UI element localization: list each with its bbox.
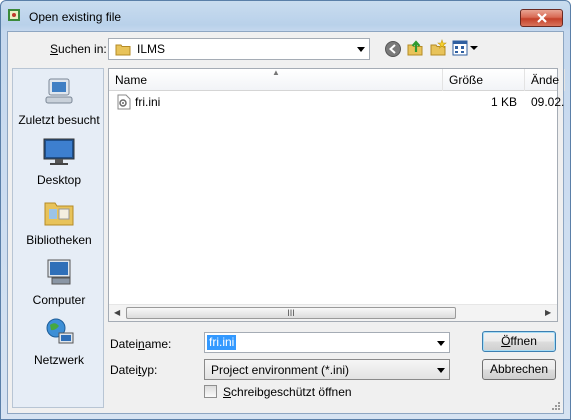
column-modified-label: Ände <box>531 73 560 87</box>
column-size[interactable]: Größe <box>443 69 525 91</box>
open-file-dialog: Open existing file Suchen in: ILMS Zulet… <box>0 0 571 420</box>
filename-value: fri.ini <box>207 335 237 350</box>
new-folder-icon[interactable] <box>429 39 447 57</box>
column-name-label: Name <box>115 73 148 87</box>
filetype-dropdown[interactable]: Project environment (*.ini) <box>204 359 450 380</box>
computer-icon <box>47 259 71 285</box>
sort-up-icon: ▲ <box>272 68 280 77</box>
up-folder-icon[interactable] <box>406 39 424 57</box>
place-label: Desktop <box>36 173 82 187</box>
place-label: Computer <box>32 293 86 307</box>
table-row[interactable]: fri.ini 1 KB 09.02. <box>109 93 564 111</box>
chevron-down-icon[interactable] <box>437 340 445 346</box>
places-bar: Zuletzt besucht Desktop Bibliotheken Com… <box>12 68 104 408</box>
place-label: Zuletzt besucht <box>18 113 100 127</box>
desktop-icon <box>43 138 75 165</box>
view-menu-button[interactable] <box>452 39 478 57</box>
app-icon <box>8 9 20 21</box>
file-list[interactable]: Name ▲ Größe Ände fri.ini 1 KB 09.02. ◀ … <box>108 68 565 322</box>
column-modified[interactable]: Ände <box>525 69 565 91</box>
dialog-body: Suchen in: ILMS Zuletzt besucht Desktop … <box>7 31 565 414</box>
cancel-button[interactable]: Abbrechen <box>482 359 556 380</box>
view-grid-icon <box>452 40 468 56</box>
open-button[interactable]: Öffnen <box>482 331 556 352</box>
column-header: Name ▲ Größe Ände <box>109 68 565 91</box>
column-name[interactable]: Name ▲ <box>109 68 443 91</box>
close-icon <box>536 13 547 23</box>
file-name: fri.ini <box>135 95 161 109</box>
window-title: Open existing file <box>29 10 122 24</box>
filename-label: Dateiname: <box>110 337 172 351</box>
libraries-icon <box>44 202 74 226</box>
look-in-value: ILMS <box>137 42 166 56</box>
network-icon <box>46 318 74 344</box>
look-in-dropdown[interactable]: ILMS <box>108 38 370 60</box>
readonly-label[interactable]: Schreibgeschützt öffnen <box>223 385 352 399</box>
place-label: Bibliotheken <box>26 233 92 247</box>
scroll-thumb[interactable]: III <box>126 307 456 319</box>
recent-places-icon <box>45 78 73 104</box>
back-icon[interactable] <box>384 40 402 58</box>
place-desktop[interactable]: Desktop <box>13 133 105 193</box>
place-recent[interactable]: Zuletzt besucht <box>13 73 105 133</box>
filetype-label: Dateityp: <box>110 363 158 377</box>
file-size: 1 KB <box>490 95 517 109</box>
place-network[interactable]: Netzwerk <box>13 313 105 373</box>
place-label: Netzwerk <box>33 353 84 367</box>
scroll-left-icon[interactable]: ◀ <box>114 308 120 317</box>
scroll-right-icon[interactable]: ▶ <box>545 308 551 317</box>
chevron-down-icon <box>470 46 478 50</box>
column-size-label: Größe <box>449 73 484 87</box>
file-modified: 09.02. <box>531 95 565 109</box>
look-in-label: Suchen in: <box>50 42 107 56</box>
chevron-down-icon <box>357 47 365 52</box>
readonly-checkbox[interactable] <box>204 385 217 398</box>
title-bar[interactable]: Open existing file <box>1 1 570 31</box>
resize-grip-icon[interactable] <box>551 401 561 411</box>
place-computer[interactable]: Computer <box>13 253 105 313</box>
chevron-down-icon <box>437 367 445 373</box>
place-libraries[interactable]: Bibliotheken <box>13 193 105 253</box>
folder-icon <box>115 44 131 56</box>
scroll-grip: III <box>287 308 295 318</box>
filename-input[interactable]: fri.ini <box>204 332 450 353</box>
filetype-value: Project environment (*.ini) <box>211 363 350 377</box>
ini-file-icon <box>117 94 131 110</box>
horizontal-scrollbar[interactable]: ◀ III ▶ <box>109 304 557 321</box>
close-button[interactable] <box>520 9 563 27</box>
